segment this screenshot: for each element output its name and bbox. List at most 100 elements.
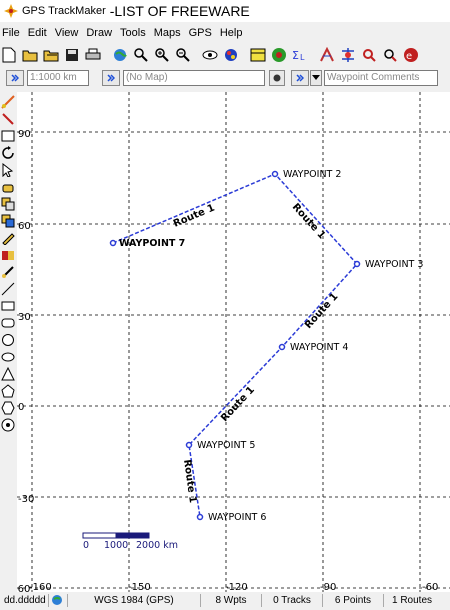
status-tracks: 0 Tracks bbox=[262, 594, 323, 607]
comments-arrow-button[interactable] bbox=[291, 70, 309, 86]
waypoint-2-label: WAYPOINT 2 bbox=[283, 169, 341, 180]
route-label-3: Route 1 bbox=[303, 291, 340, 331]
map-arrow-button[interactable] bbox=[102, 70, 120, 86]
pointer-icon[interactable] bbox=[1, 163, 15, 177]
rectangle-icon[interactable] bbox=[1, 299, 15, 313]
line-icon[interactable] bbox=[1, 282, 15, 296]
scale-input[interactable]: 1:1000 km bbox=[27, 70, 89, 86]
lat-label-60: 60 bbox=[18, 221, 31, 232]
waypoint-5-label: WAYPOINT 5 bbox=[197, 440, 255, 451]
app-logo-icon bbox=[4, 4, 18, 18]
menu-maps[interactable]: Maps bbox=[152, 27, 187, 39]
zoom-out-icon[interactable] bbox=[174, 46, 192, 64]
globe-icon[interactable] bbox=[111, 46, 129, 64]
globe-status-icon bbox=[49, 594, 68, 607]
octagon-icon[interactable] bbox=[1, 418, 15, 432]
waypoint-2-marker[interactable] bbox=[271, 170, 279, 178]
track-tool-icon[interactable] bbox=[339, 46, 357, 64]
pencil-icon[interactable] bbox=[1, 231, 15, 245]
route-label-5: Route 1 bbox=[181, 459, 198, 504]
waypoint-7-marker[interactable] bbox=[109, 239, 117, 247]
paint-icon[interactable] bbox=[1, 248, 15, 262]
menu-tools[interactable]: Tools bbox=[118, 27, 152, 39]
status-points: 6 Points bbox=[323, 594, 384, 607]
latitude-labels: 90 60 30 0 -30 -60 bbox=[17, 129, 34, 592]
menu-help[interactable]: Help bbox=[218, 27, 249, 39]
scalebar-label-0: 0 bbox=[83, 540, 89, 551]
route-label-2: Route 1 bbox=[290, 202, 327, 242]
hand-pan-icon[interactable] bbox=[1, 180, 15, 194]
status-coords: dd.ddddd bbox=[0, 594, 49, 607]
zoom-icon[interactable] bbox=[132, 46, 150, 64]
lat-label--30: -30 bbox=[18, 494, 34, 505]
menu-bar: File Edit View Draw Tools Maps GPS Help bbox=[0, 24, 450, 42]
print-icon[interactable] bbox=[84, 46, 102, 64]
title-bar: GPS TrackMaker -LIST OF FREEWARE bbox=[0, 0, 450, 22]
measure-icon[interactable] bbox=[1, 265, 15, 279]
lon-label--150: -150 bbox=[128, 582, 151, 592]
map-canvas[interactable]: 90 60 30 0 -30 -60 -160 -150 -120 -90 -6… bbox=[17, 92, 450, 592]
status-routes: 1 Routes bbox=[391, 595, 433, 606]
longitude-labels: -160 -150 -120 -90 -60 bbox=[29, 582, 438, 592]
calendar-icon[interactable] bbox=[249, 46, 267, 64]
map-svg: 90 60 30 0 -30 -60 -160 -150 -120 -90 -6… bbox=[17, 92, 450, 592]
waypoint-6-marker[interactable] bbox=[196, 513, 204, 521]
scale-bar: 0 1000 2000 km bbox=[82, 532, 178, 551]
main-toolbar: ΣL e bbox=[0, 43, 450, 67]
scalebar-label-1000: 1000 bbox=[104, 540, 128, 551]
waypoint-7-label: WAYPOINT 7 bbox=[119, 238, 185, 249]
scale-toolbar: 1:1000 km (No Map) Waypoint Comments bbox=[0, 68, 450, 88]
new-file-icon[interactable] bbox=[0, 46, 18, 64]
hexagon-icon[interactable] bbox=[1, 401, 15, 415]
open-folder-icon[interactable] bbox=[21, 46, 39, 64]
search-icon[interactable] bbox=[360, 46, 378, 64]
save-icon[interactable] bbox=[63, 46, 81, 64]
left-tool-palette bbox=[0, 92, 16, 592]
svg-text:L: L bbox=[300, 53, 305, 62]
rounded-rect-icon[interactable] bbox=[1, 316, 15, 330]
waypoint-4-marker[interactable] bbox=[278, 343, 286, 351]
comments-dropdown-icon[interactable] bbox=[310, 70, 322, 86]
triangle-icon[interactable] bbox=[1, 367, 15, 381]
pen-tool-icon[interactable] bbox=[1, 112, 15, 126]
menu-draw[interactable]: Draw bbox=[84, 27, 118, 39]
app-name: GPS TrackMaker bbox=[22, 5, 106, 17]
map-select[interactable]: (No Map) bbox=[123, 70, 265, 86]
menu-edit[interactable]: Edit bbox=[26, 27, 53, 39]
select-rect-icon[interactable] bbox=[1, 129, 15, 143]
eye-icon[interactable] bbox=[201, 46, 219, 64]
circle-icon[interactable] bbox=[1, 333, 15, 347]
stop-icon[interactable] bbox=[270, 46, 288, 64]
route-tool-icon[interactable] bbox=[318, 46, 336, 64]
lat-label-30: 30 bbox=[18, 312, 31, 323]
find-icon[interactable] bbox=[381, 46, 399, 64]
palette-icon[interactable] bbox=[222, 46, 240, 64]
map-color-icon[interactable] bbox=[269, 70, 285, 86]
waypoint-labels: WAYPOINT 7 WAYPOINT 2 WAYPOINT 3 WAYPOIN… bbox=[119, 169, 423, 523]
layers-icon[interactable] bbox=[1, 197, 15, 211]
pentagon-icon[interactable] bbox=[1, 384, 15, 398]
scale-arrow-button[interactable] bbox=[6, 70, 24, 86]
lat-label-90: 90 bbox=[18, 129, 31, 140]
route-label-4: Route 1 bbox=[219, 385, 257, 424]
status-bar: dd.ddddd WGS 1984 (GPS) 8 Wpts 0 Tracks … bbox=[0, 594, 450, 607]
route-label-1: Route 1 bbox=[172, 203, 217, 230]
open-file-icon[interactable] bbox=[42, 46, 60, 64]
map-tool-icon[interactable] bbox=[1, 95, 15, 109]
waypoint-5-marker[interactable] bbox=[185, 441, 193, 449]
menu-view[interactable]: View bbox=[53, 27, 85, 39]
ellipse-icon[interactable] bbox=[1, 350, 15, 364]
waypoint-group-icon[interactable] bbox=[1, 214, 15, 228]
waypoint-3-label: WAYPOINT 3 bbox=[365, 259, 423, 270]
zoom-in-icon[interactable] bbox=[153, 46, 171, 64]
waypoint-comments-input[interactable]: Waypoint Comments bbox=[324, 70, 438, 86]
web-icon[interactable]: e bbox=[402, 46, 420, 64]
lat-label-0: 0 bbox=[18, 402, 24, 413]
sigma-icon[interactable]: ΣL bbox=[291, 46, 309, 64]
menu-gps[interactable]: GPS bbox=[187, 27, 218, 39]
rotate-icon[interactable] bbox=[1, 146, 15, 160]
menu-file[interactable]: File bbox=[0, 27, 26, 39]
svg-text:e: e bbox=[406, 51, 412, 62]
status-datum: WGS 1984 (GPS) bbox=[68, 594, 201, 607]
waypoint-3-marker[interactable] bbox=[353, 260, 361, 268]
